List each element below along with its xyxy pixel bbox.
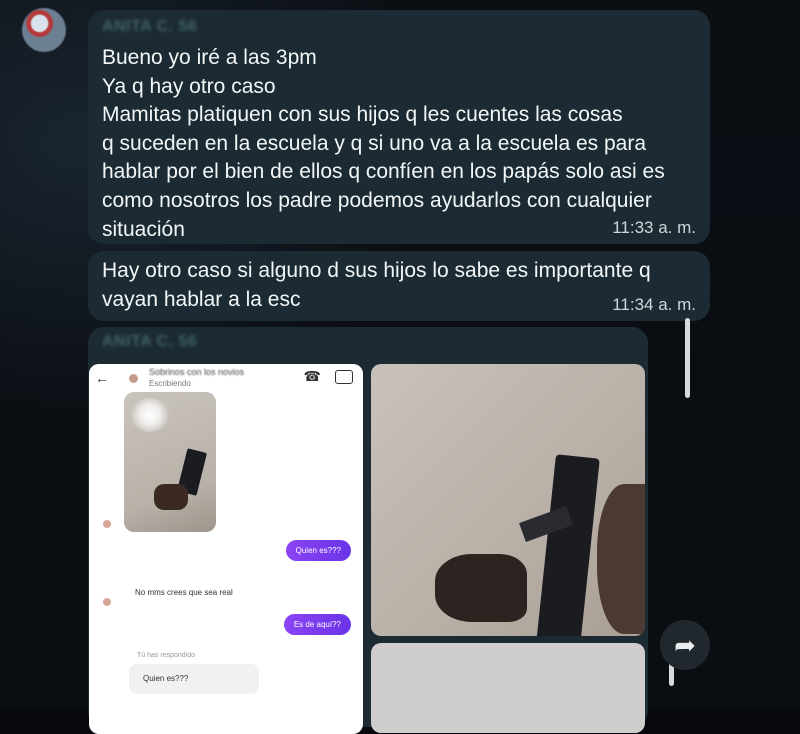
camera-flash — [130, 398, 170, 432]
gun-photo-image[interactable] — [371, 364, 645, 636]
reply-text: Quien es??? — [143, 674, 189, 683]
sent-message-2: Es de aquí?? — [283, 614, 351, 635]
phone-icon: ☎ — [303, 368, 321, 384]
chat-screenshot-image[interactable]: ← Sobrinos con los novios Escribiendo ☎ … — [89, 364, 363, 734]
screenshot-photo — [124, 392, 216, 532]
third-image[interactable] — [371, 643, 645, 733]
video-icon — [335, 370, 353, 384]
sender-dot — [103, 598, 111, 606]
head-shape — [597, 484, 645, 634]
received-message: No mms crees que sea real — [135, 588, 233, 597]
contact-status: Escribiendo — [149, 379, 191, 388]
back-arrow-icon: ← — [95, 370, 109, 386]
message-text: Hay otro caso si alguno d sus hijos lo s… — [102, 259, 651, 311]
image-message-bubble[interactable]: ANITA C. 56 ← Sobrinos con los novios Es… — [88, 327, 648, 734]
hand-shape — [435, 554, 527, 622]
screenshot-header: ← Sobrinos con los novios Escribiendo ☎ — [89, 364, 363, 396]
message-time: 11:34 a. m. — [612, 295, 696, 314]
contact-name: Sobrinos con los novios — [149, 367, 245, 377]
reply-preview: Quien es??? — [129, 664, 259, 694]
pistol-shape — [536, 454, 600, 636]
hand-shape — [154, 484, 188, 510]
sender-name[interactable]: ANITA C. 56 — [102, 18, 197, 36]
message-bubble-2[interactable]: Hay otro caso si alguno d sus hijos lo s… — [88, 251, 710, 321]
scroll-handle[interactable] — [685, 318, 690, 398]
contact-avatar — [129, 374, 138, 383]
sender-name[interactable]: ANITA C. 56 — [102, 333, 197, 351]
message-text: Bueno yo iré a las 3pm Ya q hay otro cas… — [102, 46, 665, 241]
forward-icon[interactable]: ➦ — [660, 620, 710, 670]
reply-label: Tú has respondido — [137, 652, 195, 659]
sent-message-1: Quien es??? — [285, 540, 351, 561]
message-bubble-1[interactable]: ANITA C. 56 Bueno yo iré a las 3pm Ya q … — [88, 10, 710, 244]
sender-dot — [103, 520, 111, 528]
sender-avatar[interactable] — [22, 8, 66, 52]
message-time: 11:33 a. m. — [612, 218, 696, 237]
